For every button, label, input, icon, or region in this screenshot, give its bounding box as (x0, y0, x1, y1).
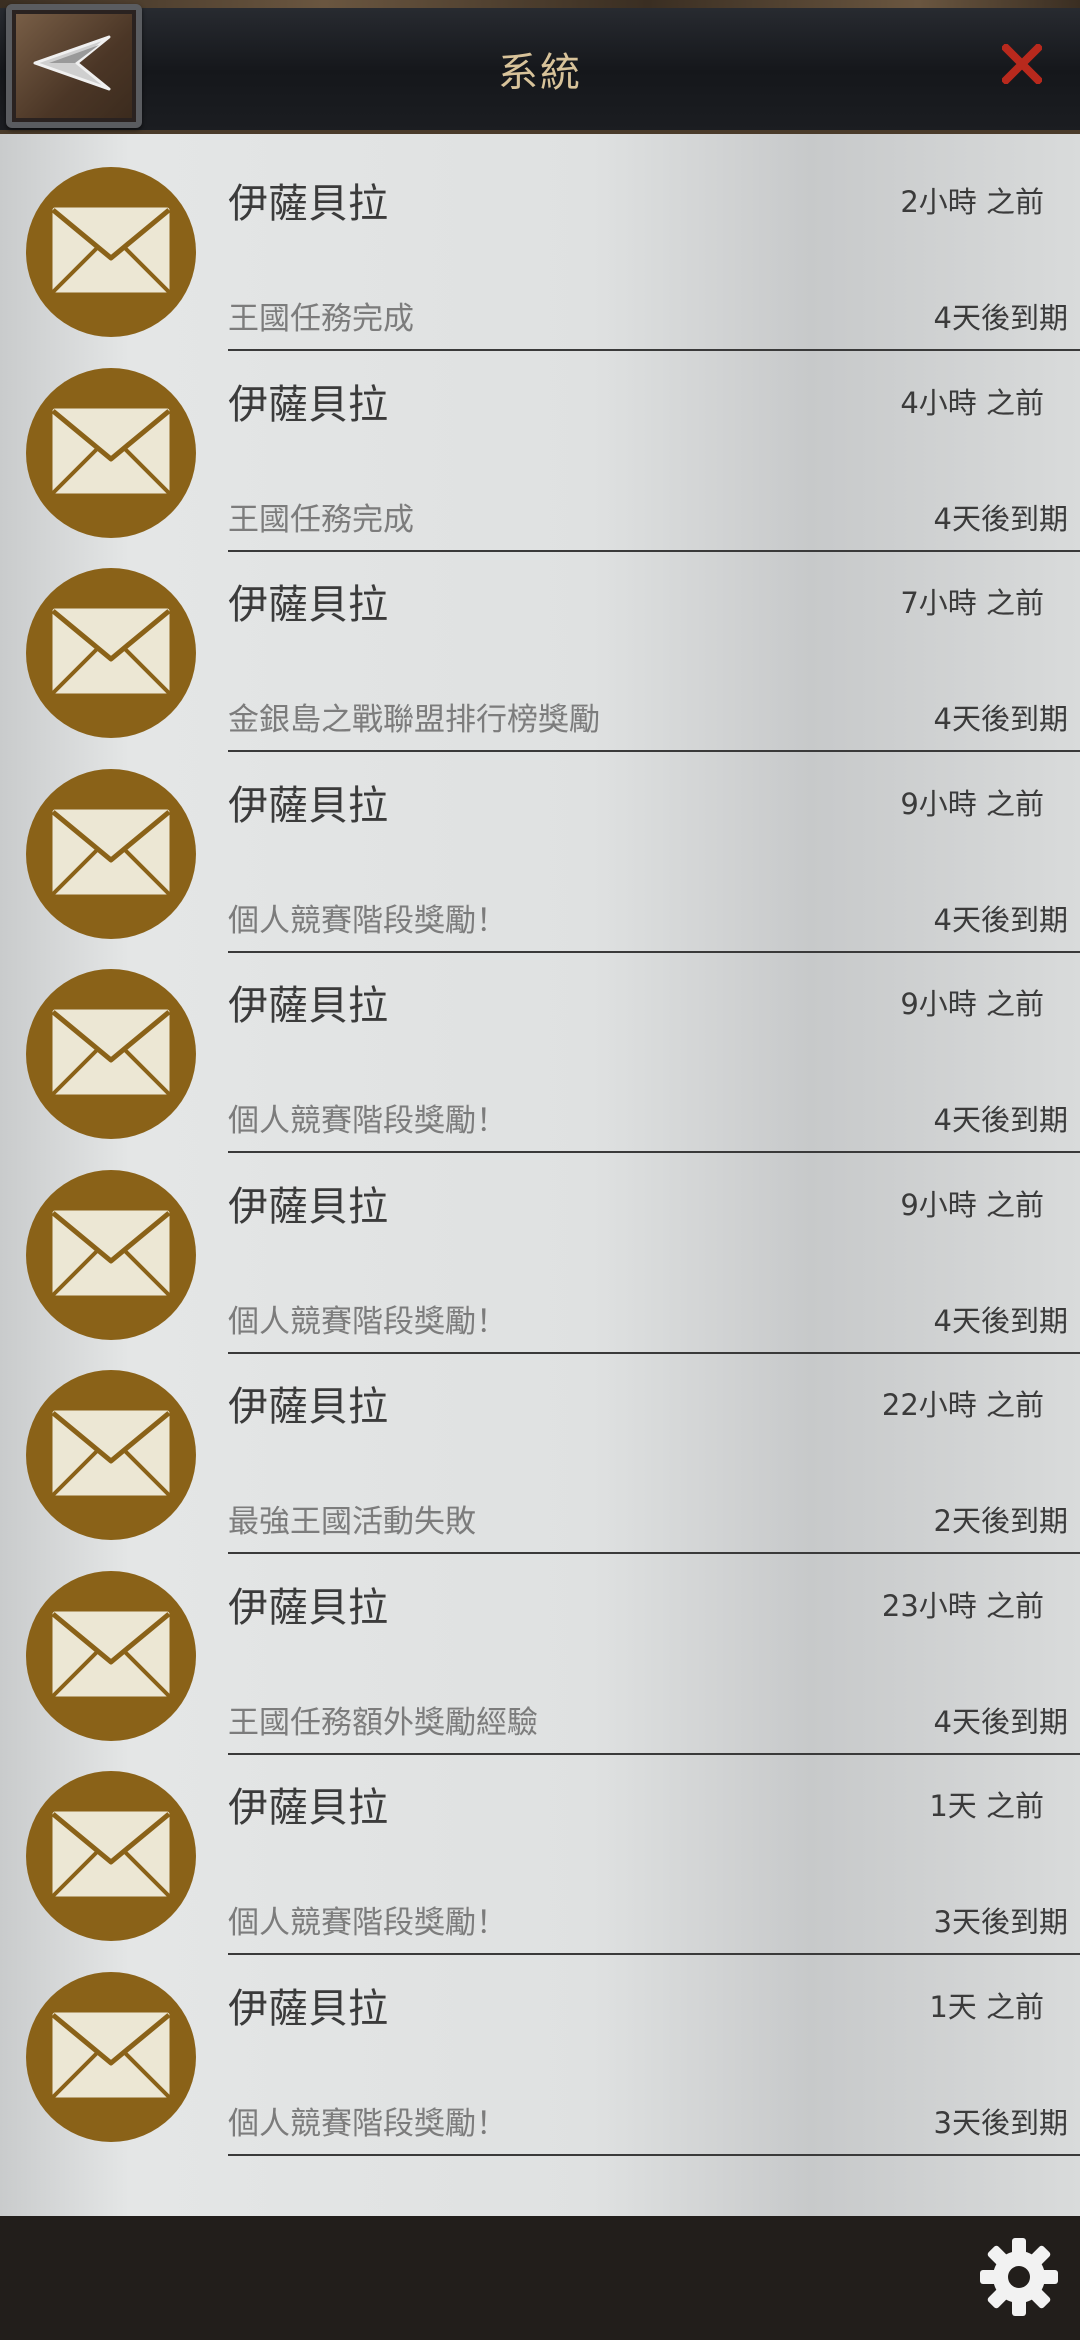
message-time: 9小時 之前 (900, 786, 1044, 821)
envelope-icon (47, 1606, 175, 1706)
mail-avatar (26, 1771, 196, 1941)
envelope-icon (47, 1806, 175, 1906)
message-subject: 個人競賽階段獎勵！ (228, 2105, 507, 2142)
envelope-icon (47, 603, 175, 703)
message-sender: 伊薩貝拉 (228, 1985, 388, 2032)
message-subject: 最強王國活動失敗 (228, 1504, 476, 1540)
list-item[interactable]: 伊薩貝拉 9小時 之前個人競賽階段獎勵！ 4天後到期 (0, 1154, 1080, 1354)
message-time: 1天 之前 (929, 1789, 1044, 1823)
mail-avatar (26, 768, 196, 939)
gear-icon (978, 2238, 1060, 2322)
message-subject: 個人競賽階段獎勵！ (228, 1103, 507, 1139)
message-subject: 個人競賽階段獎勵！ (228, 1303, 507, 1340)
mail-avatar (26, 568, 196, 738)
close-button[interactable] (994, 38, 1050, 94)
page-title: 系統 (498, 50, 582, 96)
message-expiry: 4天後到期 (933, 301, 1068, 335)
message-subject: 個人競賽階段獎勵！ (228, 1905, 507, 1941)
message-expiry: 4天後到期 (933, 1303, 1068, 1338)
settings-button[interactable] (978, 2236, 1060, 2318)
list-item[interactable]: 伊薩貝拉 9小時 之前個人競賽階段獎勵！ 4天後到期 (0, 953, 1080, 1153)
message-sender: 伊薩貝拉 (228, 782, 388, 829)
list-item[interactable]: 伊薩貝拉 1天 之前個人競賽階段獎勵！ 3天後到期 (0, 1755, 1080, 1955)
mail-avatar (26, 167, 196, 337)
list-item[interactable]: 伊薩貝拉 2小時 之前王國任務完成 4天後到期 (0, 151, 1080, 351)
mail-avatar (26, 1169, 196, 1340)
message-time: 2小時 之前 (900, 185, 1044, 219)
message-subject: 王國任務額外獎勵經驗 (228, 1704, 538, 1741)
footer-bar (0, 2216, 1080, 2340)
message-sender: 伊薩貝拉 (228, 181, 388, 227)
mail-avatar (26, 1370, 196, 1540)
message-expiry: 4天後到期 (933, 1704, 1068, 1739)
message-sender: 伊薩貝拉 (228, 983, 388, 1029)
message-time: 4小時 之前 (900, 385, 1044, 420)
mail-avatar (26, 969, 196, 1139)
envelope-icon (47, 1004, 175, 1104)
message-subject: 王國任務完成 (228, 501, 414, 538)
message-sender: 伊薩貝拉 (228, 1384, 388, 1430)
mail-avatar (26, 1570, 196, 1741)
list-item[interactable]: 伊薩貝拉 23小時 之前王國任務額外獎勵經驗 4天後到期 (0, 1555, 1080, 1755)
message-sender: 伊薩貝拉 (228, 1584, 388, 1631)
mail-avatar (26, 1971, 196, 2142)
list-item[interactable]: 伊薩貝拉 9小時 之前個人競賽階段獎勵！ 4天後到期 (0, 753, 1080, 953)
message-sender: 伊薩貝拉 (228, 1183, 388, 1230)
message-expiry: 2天後到期 (933, 1504, 1068, 1538)
message-list[interactable]: 伊薩貝拉 2小時 之前 王國任務完成 4天後到期 伊薩貝拉 4小時 之前 王國任務完成 4天後… (0, 134, 1080, 2216)
list-item[interactable]: 伊薩貝拉 1天 之前個人競賽階段獎勵！ 3天後到期 (0, 1956, 1080, 2156)
message-expiry: 4天後到期 (933, 1103, 1068, 1137)
message-time: 7小時 之前 (900, 586, 1044, 620)
envelope-icon (47, 403, 175, 503)
envelope-icon (47, 2007, 175, 2107)
envelope-icon (47, 202, 175, 302)
row-divider (228, 2153, 1080, 2156)
list-item[interactable]: 伊薩貝拉 4小時 之前王國任務完成 4天後到期 (0, 352, 1080, 552)
message-sender: 伊薩貝拉 (228, 582, 388, 628)
envelope-icon (47, 1205, 175, 1305)
list-item[interactable]: 伊薩貝拉 22小時 之前最強王國活動失敗 2天後到期 (0, 1354, 1080, 1554)
message-expiry: 4天後到期 (933, 501, 1068, 536)
message-time: 22小時 之前 (881, 1388, 1044, 1422)
message-time: 1天 之前 (929, 1989, 1044, 2024)
message-time: 23小時 之前 (881, 1588, 1044, 1623)
message-expiry: 4天後到期 (933, 902, 1068, 937)
close-icon (1000, 42, 1044, 88)
message-sender: 伊薩貝拉 (228, 381, 388, 428)
message-subject: 個人競賽階段獎勵！ (228, 902, 507, 939)
message-expiry: 3天後到期 (933, 2105, 1068, 2140)
message-subject: 金銀島之戰聯盟排行榜獎勵 (228, 702, 600, 738)
envelope-icon (47, 804, 175, 904)
message-time: 9小時 之前 (900, 1187, 1044, 1222)
message-expiry: 4天後到期 (933, 702, 1068, 736)
message-time: 9小時 之前 (900, 987, 1044, 1021)
message-subject: 王國任務完成 (228, 301, 414, 337)
message-sender: 伊薩貝拉 (228, 1785, 388, 1831)
list-item[interactable]: 伊薩貝拉 7小時 之前金銀島之戰聯盟排行榜獎勵 4天後到期 (0, 552, 1080, 752)
mail-avatar (26, 367, 196, 538)
envelope-icon (47, 1405, 175, 1505)
message-expiry: 3天後到期 (933, 1905, 1068, 1939)
header-bar: 系統 (0, 0, 1080, 134)
